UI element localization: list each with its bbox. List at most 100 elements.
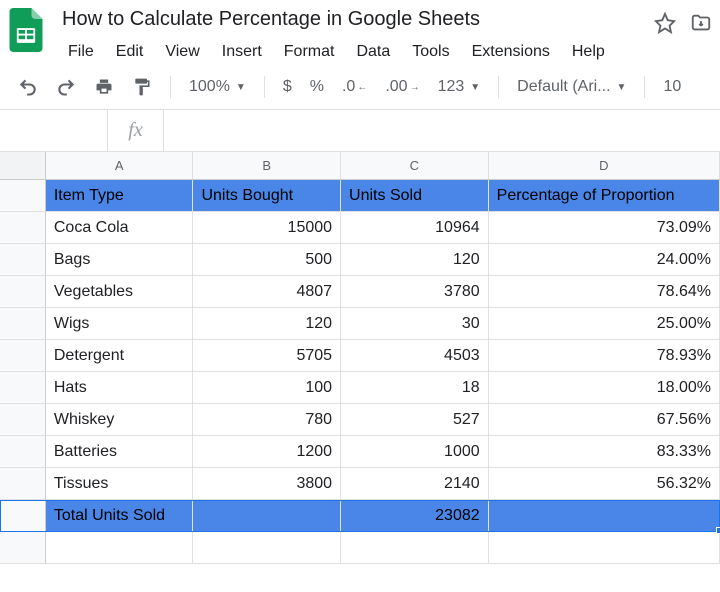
zoom-dropdown[interactable]: 100%▼ [183,74,252,100]
cell-sold[interactable]: 1000 [341,436,489,467]
row-header[interactable] [0,468,46,499]
cell-bought[interactable]: 120 [193,308,341,339]
row-header[interactable] [0,308,46,339]
cell-item[interactable]: Detergent [46,340,194,371]
cell-sold[interactable]: 527 [341,404,489,435]
cell-item[interactable]: Hats [46,372,194,403]
header-percentage[interactable]: Percentage of Proportion [489,180,720,211]
decrease-decimal-button[interactable]: .0← [336,74,373,100]
table-row: Wigs1203025.00% [0,308,720,340]
header-units-bought[interactable]: Units Bought [193,180,341,211]
formula-input[interactable] [164,110,720,151]
cell-sold[interactable]: 18 [341,372,489,403]
total-row: Total Units Sold 23082 [0,500,720,532]
cell-pct[interactable]: 25.00% [489,308,720,339]
redo-button[interactable] [50,73,82,101]
format-percent-button[interactable]: % [304,74,330,100]
menu-help[interactable]: Help [562,39,615,65]
menu-edit[interactable]: Edit [106,39,154,65]
header-item-type[interactable]: Item Type [46,180,194,211]
cell-empty[interactable] [489,532,720,563]
number-format-dropdown[interactable]: 123▼ [432,74,487,100]
paint-format-button[interactable] [126,73,158,101]
cell-empty[interactable] [489,500,720,531]
spreadsheet-grid: A B C D Item Type Units Bought Units Sol… [0,152,720,564]
column-header-a[interactable]: A [46,152,194,179]
cell-empty[interactable] [46,532,194,563]
cell-item[interactable]: Whiskey [46,404,194,435]
move-to-folder-icon[interactable] [690,12,712,34]
table-row: Whiskey78052767.56% [0,404,720,436]
row-header[interactable] [0,404,46,435]
menu-extensions[interactable]: Extensions [462,39,560,65]
cell-item[interactable]: Vegetables [46,276,194,307]
row-header[interactable] [0,340,46,371]
cell-item[interactable]: Tissues [46,468,194,499]
row-header[interactable] [0,372,46,403]
format-currency-button[interactable]: $ [277,74,298,100]
cell-sold[interactable]: 4503 [341,340,489,371]
menu-data[interactable]: Data [346,39,400,65]
row-header[interactable] [0,212,46,243]
cell-empty[interactable] [193,500,341,531]
table-row: Bags50012024.00% [0,244,720,276]
cell-bought[interactable]: 3800 [193,468,341,499]
cell-item[interactable]: Wigs [46,308,194,339]
font-dropdown[interactable]: Default (Ari...▼ [511,74,632,100]
cell-item[interactable]: Coca Cola [46,212,194,243]
column-header-b[interactable]: B [193,152,341,179]
increase-decimal-button[interactable]: .00→ [379,74,425,100]
chevron-down-icon: ▼ [617,82,627,93]
cell-pct[interactable]: 78.93% [489,340,720,371]
row-header[interactable] [0,276,46,307]
column-header-c[interactable]: C [341,152,489,179]
menu-view[interactable]: View [155,39,209,65]
cell-pct[interactable]: 83.33% [489,436,720,467]
row-header[interactable] [0,180,46,211]
column-header-d[interactable]: D [489,152,720,179]
cell-pct[interactable]: 67.56% [489,404,720,435]
cell-bought[interactable]: 100 [193,372,341,403]
cell-bought[interactable]: 1200 [193,436,341,467]
cell-sold[interactable]: 30 [341,308,489,339]
header-units-sold[interactable]: Units Sold [341,180,489,211]
star-icon[interactable] [654,12,676,34]
menu-tools[interactable]: Tools [402,39,459,65]
selection-handle[interactable] [716,527,720,534]
cell-sold[interactable]: 10964 [341,212,489,243]
select-all-corner[interactable] [0,152,46,179]
cell-pct[interactable]: 78.64% [489,276,720,307]
cell-empty[interactable] [341,532,489,563]
total-sold[interactable]: 23082 [341,500,489,531]
cell-pct[interactable]: 24.00% [489,244,720,275]
cell-empty[interactable] [193,532,341,563]
cell-bought[interactable]: 500 [193,244,341,275]
name-box[interactable] [0,110,108,151]
chevron-down-icon: ▼ [236,82,246,93]
row-header[interactable] [0,244,46,275]
cell-item[interactable]: Batteries [46,436,194,467]
row-header[interactable] [0,500,46,531]
menu-format[interactable]: Format [274,39,345,65]
cell-pct[interactable]: 18.00% [489,372,720,403]
menu-insert[interactable]: Insert [212,39,272,65]
cell-sold[interactable]: 120 [341,244,489,275]
cell-pct[interactable]: 73.09% [489,212,720,243]
row-header[interactable] [0,532,46,563]
cell-bought[interactable]: 15000 [193,212,341,243]
chevron-down-icon: ▼ [470,82,480,93]
cell-pct[interactable]: 56.32% [489,468,720,499]
cell-item[interactable]: Bags [46,244,194,275]
cell-bought[interactable]: 5705 [193,340,341,371]
document-title[interactable]: How to Calculate Percentage in Google Sh… [58,6,640,33]
cell-sold[interactable]: 2140 [341,468,489,499]
menu-file[interactable]: File [58,39,104,65]
row-header[interactable] [0,436,46,467]
cell-sold[interactable]: 3780 [341,276,489,307]
cell-bought[interactable]: 780 [193,404,341,435]
total-label[interactable]: Total Units Sold [46,500,194,531]
font-size-input[interactable]: 10 [657,74,687,100]
print-button[interactable] [88,73,120,101]
cell-bought[interactable]: 4807 [193,276,341,307]
undo-button[interactable] [12,73,44,101]
